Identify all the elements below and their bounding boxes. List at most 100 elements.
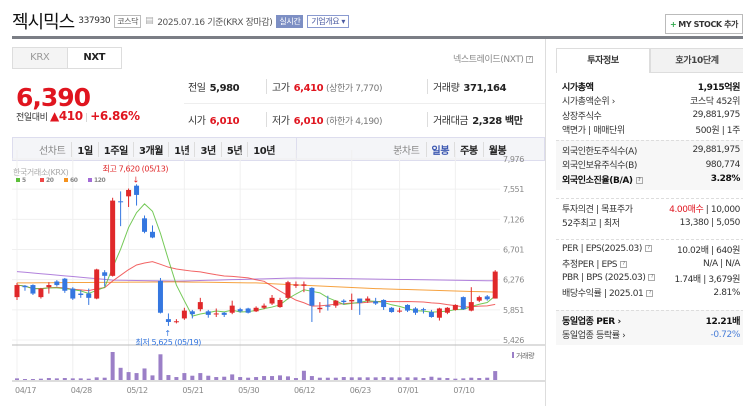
invest-key: 투자의견 | 목표주가	[562, 204, 633, 215]
candle	[142, 218, 148, 232]
invest-value: 12.21배	[705, 316, 741, 327]
legend-swatch-icon	[88, 178, 92, 182]
candle	[468, 302, 474, 311]
my-stock-add-button[interactable]: + MY STOCK 추가	[665, 14, 743, 34]
volume-bar	[246, 377, 251, 380]
invest-key: 시가총액순위 ›	[562, 97, 615, 108]
candle	[173, 321, 179, 323]
volume-bar	[485, 377, 490, 380]
help-icon[interactable]: ?	[648, 274, 656, 282]
x-tick-label: 06/12	[294, 386, 315, 395]
candle	[205, 311, 211, 315]
legend-label: 5	[22, 177, 26, 184]
help-icon[interactable]: ?	[646, 290, 654, 298]
volume-bar	[118, 367, 123, 380]
candle	[86, 293, 92, 298]
candle	[197, 302, 203, 310]
invest-row: PBR | BPS (2025.03)? 1.74배 | 3,679원	[562, 271, 740, 286]
candle	[357, 298, 363, 303]
volume-legend-icon	[512, 352, 514, 358]
y-tick-label: 6,276	[503, 276, 524, 285]
tab-invest-info[interactable]: 투자정보	[556, 48, 650, 73]
legend-label: 20	[46, 177, 54, 184]
invest-row: 외국인보유주식수(B) 980,774	[562, 158, 740, 173]
volume-bar	[325, 377, 330, 380]
candle	[54, 281, 60, 286]
tab-orderbook[interactable]: 호가10단계	[650, 48, 743, 73]
volume-legend: 거래량	[516, 351, 535, 360]
volume-bar	[78, 378, 83, 380]
volume-bar	[166, 375, 171, 380]
y-tick-label: 6,701	[503, 246, 524, 255]
x-tick-label: 07/10	[453, 386, 474, 395]
volume-bar	[405, 377, 410, 380]
invest-key: 동일업종 등락률 ›	[562, 331, 626, 342]
invest-row: 외국인소진율(B/A)? 3.28%	[562, 172, 740, 187]
up-arrow-icon: ↑	[164, 329, 170, 338]
invest-key: 액면가 | 매매단위	[562, 126, 625, 137]
volume-bar	[238, 377, 243, 380]
volume-bar	[198, 373, 203, 380]
candle	[165, 319, 171, 322]
invest-value: 10.02배 | 640원	[676, 245, 740, 256]
volume-bar	[301, 370, 306, 380]
candle	[22, 285, 28, 288]
volume-bar	[102, 377, 107, 380]
volume-bar	[254, 377, 259, 380]
candle	[325, 305, 331, 307]
help-icon[interactable]: ?	[620, 261, 628, 269]
volume-bar	[293, 378, 298, 380]
volume-bar	[453, 378, 458, 380]
invest-row: 52주최고 | 최저 13,380 | 5,050	[562, 216, 740, 231]
volume-bar	[230, 374, 235, 380]
volume-bar	[70, 378, 75, 380]
volume-bar	[270, 376, 275, 380]
volume-bar	[341, 377, 346, 380]
candle	[436, 308, 442, 318]
x-tick-label: 06/23	[350, 386, 371, 395]
candle	[277, 299, 283, 308]
invest-value-wrap: -0.72%	[710, 329, 741, 340]
y-tick-label: 7,976	[503, 155, 524, 164]
invest-row: 상장주식수 29,881,975	[562, 108, 740, 123]
invest-value-wrap: 13,380 | 5,050	[680, 218, 741, 228]
candle	[317, 307, 323, 310]
invest-row: 액면가 | 매매단위 500원 | 1주	[562, 123, 740, 138]
invest-value-wrap: 코스닥 452위	[690, 94, 740, 107]
volume-bar	[86, 378, 91, 380]
y-tick-label: 5,426	[503, 336, 524, 345]
candle	[405, 304, 411, 311]
invest-value: 500원 | 1주	[695, 126, 740, 137]
invest-value: N/A | N/A	[703, 258, 740, 269]
candle	[229, 305, 235, 313]
candle	[301, 284, 307, 286]
volume-bar	[38, 378, 43, 380]
invest-value-wrap: 980,774	[706, 160, 741, 170]
candle	[341, 300, 347, 303]
legend-label: 60	[70, 177, 78, 184]
invest-row: 동일업종 PER › 12.21배	[562, 313, 740, 328]
volume-bar	[126, 372, 131, 380]
volume-bar	[421, 378, 426, 380]
candle	[157, 280, 163, 313]
volume-bar	[158, 354, 163, 380]
candle	[373, 301, 379, 304]
invest-value: 2.81%	[713, 287, 740, 298]
help-icon[interactable]: ?	[645, 245, 652, 253]
invest-value-wrap: 12.21배	[705, 314, 741, 327]
invest-value: -0.72%	[710, 329, 741, 340]
candle	[428, 312, 434, 318]
candle	[221, 312, 227, 315]
volume-bar	[333, 377, 338, 380]
invest-value: 29,881,975	[692, 110, 740, 121]
candle	[269, 297, 275, 304]
market-cap-group: 시가총액 1,915억원시가총액순위 › 코스닥 452위 상장주식수 29,881,9…	[556, 77, 743, 140]
invest-key: 추정PER | EPS?	[562, 257, 628, 270]
volume-bar	[349, 377, 354, 380]
invest-row: 시가총액 1,915억원	[562, 79, 740, 94]
help-icon[interactable]: ?	[635, 176, 643, 184]
invest-row: 배당수익률 | 2025.01? 2.81%	[562, 286, 740, 301]
price-chart: 7,976 7,551 7,126 6,701 6,276 5,851 5,426 04/17…	[12, 150, 545, 395]
volume-bar	[46, 378, 51, 380]
volume-bar	[493, 371, 498, 380]
